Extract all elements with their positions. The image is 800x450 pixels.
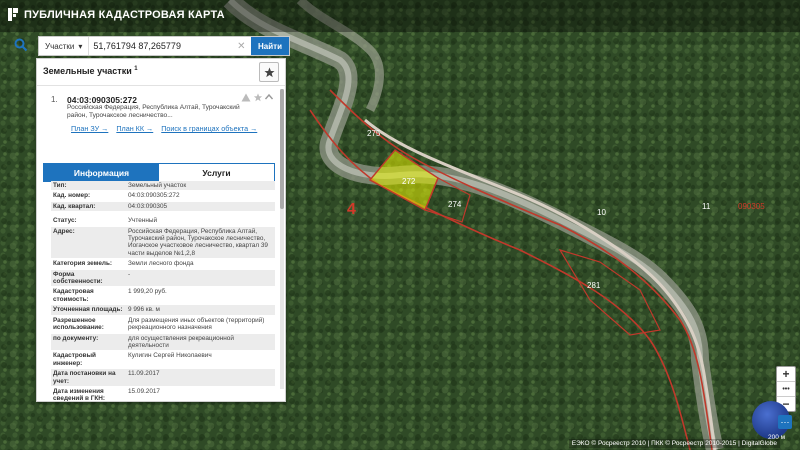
- row-key: Форма собственности:: [53, 270, 103, 286]
- table-row: Кадастровый инженер: Кулигин Сергей Никол…: [51, 351, 275, 370]
- favorite-button[interactable]: [259, 62, 279, 82]
- menu-dots-icon: ⋯: [780, 416, 790, 427]
- chevron-up-icon[interactable]: [265, 93, 273, 102]
- results-count: 1: [134, 66, 138, 72]
- row-key: Тип:: [53, 182, 67, 189]
- map-label-090305: 090305: [738, 202, 765, 211]
- map-label-281: 281: [587, 281, 601, 290]
- row-key: Кадастровый инженер:: [53, 352, 96, 367]
- row-key: Кад. номер:: [53, 192, 91, 200]
- app-title: ПУБЛИЧНАЯ КАДАСТРОВАЯ КАРТА: [24, 8, 225, 21]
- info-table: Тип: Земельный участок Кад. номер: 04:03:0…: [51, 181, 275, 402]
- plan-zu-link[interactable]: План ЗУ →: [71, 124, 108, 133]
- row-key: Адрес:: [53, 227, 75, 235]
- row-value: Земельный участок: [128, 182, 187, 189]
- zoom-in-button[interactable]: +: [777, 367, 795, 381]
- row-key: Категория земель:: [53, 260, 112, 268]
- result-index: 1.: [51, 95, 58, 104]
- panel-title-text: Земельные участки: [43, 66, 132, 76]
- search-type-select[interactable]: Участки ▾: [39, 37, 90, 55]
- tab-services[interactable]: Услуги: [159, 164, 274, 181]
- table-row: Дата изменения сведений в ГКН: 15.09.2017: [51, 387, 275, 402]
- table-row: Дата постановки на учет: 11.09.2017: [51, 369, 275, 387]
- search-toggle-button[interactable]: [8, 34, 34, 56]
- row-key: Кадастровая стоимость:: [53, 288, 94, 303]
- result-address: Российская Федерация, Республика Алтай, …: [67, 104, 240, 119]
- clear-icon[interactable]: ✕: [235, 41, 247, 52]
- row-value: -: [128, 270, 131, 278]
- row-value: Российская Федерация, Республика Алтай, …: [128, 227, 268, 257]
- row-value: 11.09.2017: [128, 370, 160, 378]
- top-bar: ПУБЛИЧНАЯ КАДАСТРОВАЯ КАРТА: [0, 0, 800, 32]
- table-row: Кад. квартал: 04:03:090305: [51, 201, 275, 213]
- row-value: Для размещения иных объектов (территорий…: [128, 316, 265, 332]
- row-value: 15.09.2017: [128, 387, 160, 395]
- row-value: для осуществления рекреационной деятельн…: [128, 334, 234, 349]
- row-value: 9 996 кв. м: [128, 306, 160, 314]
- find-button[interactable]: Найти: [251, 37, 289, 55]
- map-label-10: 10: [597, 208, 606, 217]
- plan-kk-link[interactable]: План КК →: [116, 124, 153, 133]
- tab-info[interactable]: Информация: [44, 164, 159, 181]
- cad-quarter-link[interactable]: 04:03:090305: [125, 202, 275, 211]
- table-row: Тип: Земельный участок: [51, 181, 275, 192]
- cad-number-link[interactable]: 04:03:090305:272: [125, 191, 275, 200]
- panel-title: Земельные участки 1: [43, 66, 138, 76]
- table-row: по документу: для осуществления рекреацио…: [51, 333, 275, 352]
- table-row: Статус: Учтенный: [51, 216, 275, 227]
- table-row: Категория земель: Земли лесного фонда: [51, 259, 275, 270]
- row-key: Статус:: [53, 217, 77, 225]
- panel-header: Земельные участки 1: [37, 59, 285, 86]
- search-box: Участки ▾ ✕ Найти: [38, 36, 290, 56]
- search-type-label: Участки: [45, 41, 75, 51]
- app-logo[interactable]: ПУБЛИЧНАЯ КАДАСТРОВАЯ КАРТА: [8, 8, 225, 21]
- table-row: Кадастровая стоимость: 1 999,20 руб.: [51, 287, 275, 306]
- row-value: 1 999,20 руб.: [128, 288, 167, 296]
- row-key: Дата изменения сведений в ГКН:: [53, 387, 106, 402]
- table-row: Кад. номер: 04:03:090305:272: [51, 191, 275, 202]
- map-label-274: 274: [448, 200, 462, 209]
- row-key: Кад. квартал:: [53, 202, 96, 210]
- row-value: Учтенный: [128, 217, 158, 225]
- map-label-4: 4: [347, 201, 356, 218]
- layers-button[interactable]: ⋯: [778, 415, 792, 429]
- zoom-level-indicator[interactable]: •••: [777, 382, 795, 396]
- info-tabs: Информация Услуги: [43, 163, 275, 182]
- scrollbar-thumb[interactable]: [280, 89, 284, 209]
- star-icon: [263, 66, 275, 77]
- search-bar: Участки ▾ ✕ Найти: [8, 34, 290, 56]
- row-key: по документу:: [53, 334, 99, 342]
- map-label-275: 275: [367, 129, 381, 138]
- result-actions: [241, 93, 273, 102]
- table-row: Разрешенное использование: Для размещения…: [51, 316, 275, 334]
- row-value: Кулигин Сергей Николаевич: [128, 352, 212, 360]
- result-links: План ЗУ → План КК → Поиск в границах объ…: [71, 124, 257, 133]
- map-attribution: ЕЭКО © Росреестр 2010 | ПКК © Росреестр …: [568, 439, 780, 448]
- map-label-272: 272: [402, 177, 416, 186]
- logo-icon: [8, 8, 18, 21]
- search-icon: [14, 38, 28, 52]
- table-row: Форма собственности: -: [51, 269, 275, 288]
- search-in-bounds-link[interactable]: Поиск в границах объекта →: [161, 124, 257, 133]
- results-panel: Земельные участки 1 1. 04:03:090305:272 …: [36, 58, 286, 402]
- map-label-11: 11: [702, 202, 711, 211]
- row-key: Разрешенное использование:: [53, 316, 104, 332]
- search-input[interactable]: [89, 38, 236, 54]
- row-value: Земли лесного фонда: [128, 260, 194, 268]
- table-row: Уточненная площадь: 9 996 кв. м: [51, 305, 275, 316]
- table-row: Адрес: Российская Федерация, Республика А…: [51, 226, 275, 260]
- panel-scrollbar[interactable]: [280, 89, 284, 389]
- star-icon[interactable]: [253, 93, 263, 102]
- chevron-down-icon: ▾: [78, 41, 83, 51]
- row-key: Дата постановки на учет:: [53, 370, 116, 385]
- row-key: Уточненная площадь:: [53, 306, 123, 314]
- warning-icon[interactable]: [241, 93, 251, 102]
